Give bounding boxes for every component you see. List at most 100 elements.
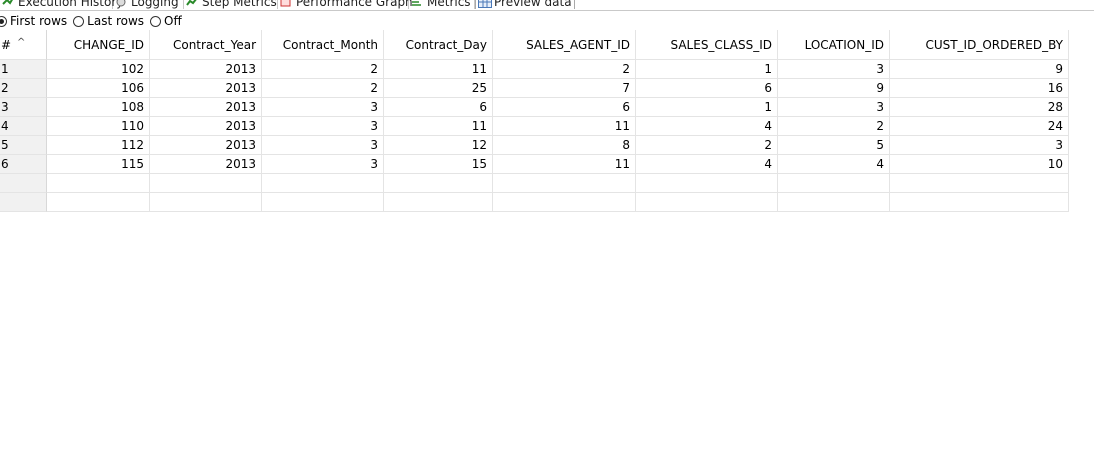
table-cell[interactable] — [778, 193, 890, 212]
radio-first-rows[interactable]: First rows — [0, 14, 67, 28]
table-row[interactable]: 2 106 2013 2 25 7 6 9 16 — [0, 79, 1094, 98]
tab-step-metrics[interactable]: Step Metrics — [184, 0, 278, 9]
radio-indicator[interactable] — [0, 15, 7, 27]
row-number-cell[interactable]: 1 — [0, 60, 47, 79]
column-header[interactable]: Contract_Month — [262, 30, 384, 60]
table-cell[interactable] — [262, 193, 384, 212]
table-cell[interactable] — [47, 193, 150, 212]
table-cell[interactable]: 28 — [890, 98, 1069, 117]
row-number-cell[interactable]: 3 — [0, 98, 47, 117]
table-cell[interactable]: 24 — [890, 117, 1069, 136]
table-cell[interactable]: 3 — [778, 98, 890, 117]
table-cell[interactable]: 1 — [636, 98, 778, 117]
tab-metrics[interactable]: Metrics — [409, 0, 475, 9]
table-row[interactable]: 3 108 2013 3 6 6 1 3 28 — [0, 98, 1094, 117]
table-cell[interactable] — [890, 193, 1069, 212]
table-cell[interactable]: 2 — [262, 60, 384, 79]
table-cell[interactable]: 5 — [778, 136, 890, 155]
row-number-cell[interactable]: 6 — [0, 155, 47, 174]
table-cell[interactable]: 2013 — [150, 79, 262, 98]
row-number-cell[interactable]: 5 — [0, 136, 47, 155]
table-cell[interactable] — [262, 174, 384, 193]
table-cell[interactable]: 2 — [778, 117, 890, 136]
table-cell[interactable] — [493, 174, 636, 193]
table-row[interactable]: 4 110 2013 3 11 11 4 2 24 — [0, 117, 1094, 136]
table-cell[interactable]: 2 — [493, 60, 636, 79]
table-cell[interactable]: 6 — [384, 98, 493, 117]
table-cell[interactable]: 11 — [493, 117, 636, 136]
table-cell[interactable]: 8 — [493, 136, 636, 155]
table-cell[interactable]: 25 — [384, 79, 493, 98]
table-cell[interactable] — [778, 174, 890, 193]
column-header[interactable]: Contract_Year — [150, 30, 262, 60]
table-cell[interactable]: 10 — [890, 155, 1069, 174]
table-cell[interactable]: 102 — [47, 60, 150, 79]
table-cell[interactable]: 4 — [636, 117, 778, 136]
column-header[interactable]: SALES_CLASS_ID — [636, 30, 778, 60]
table-cell[interactable]: 3 — [262, 136, 384, 155]
row-number-cell[interactable]: 2 — [0, 79, 47, 98]
radio-indicator[interactable] — [73, 15, 85, 27]
table-cell[interactable]: 3 — [890, 136, 1069, 155]
table-cell[interactable] — [384, 193, 493, 212]
table-cell[interactable]: 11 — [493, 155, 636, 174]
column-header[interactable]: LOCATION_ID — [778, 30, 890, 60]
table-row[interactable] — [0, 174, 1094, 193]
table-cell[interactable]: 6 — [636, 79, 778, 98]
radio-indicator[interactable] — [150, 15, 162, 27]
table-cell[interactable] — [47, 174, 150, 193]
table-cell[interactable]: 2013 — [150, 155, 262, 174]
table-cell[interactable]: 2013 — [150, 136, 262, 155]
table-cell[interactable] — [890, 174, 1069, 193]
table-cell[interactable] — [384, 174, 493, 193]
table-cell[interactable]: 2013 — [150, 117, 262, 136]
row-number-header[interactable]: # ^ — [0, 30, 47, 60]
table-cell[interactable]: 7 — [493, 79, 636, 98]
table-cell[interactable]: 112 — [47, 136, 150, 155]
table-cell[interactable]: 6 — [493, 98, 636, 117]
tab-performance-graph[interactable]: Performance Graph — [278, 0, 413, 9]
radio-off[interactable]: Off — [150, 14, 182, 28]
table-cell[interactable]: 2013 — [150, 60, 262, 79]
table-cell[interactable]: 2013 — [150, 98, 262, 117]
table-cell[interactable]: 1 — [636, 60, 778, 79]
table-cell[interactable]: 3 — [262, 155, 384, 174]
column-header[interactable]: SALES_AGENT_ID — [493, 30, 636, 60]
row-number-cell[interactable] — [0, 193, 47, 212]
table-cell[interactable]: 16 — [890, 79, 1069, 98]
row-number-cell[interactable]: 4 — [0, 117, 47, 136]
table-cell[interactable]: 4 — [636, 155, 778, 174]
column-header[interactable]: Contract_Day — [384, 30, 493, 60]
radio-last-rows[interactable]: Last rows — [73, 14, 144, 28]
column-header[interactable]: CUST_ID_ORDERED_BY — [890, 30, 1069, 60]
table-cell[interactable]: 106 — [47, 79, 150, 98]
table-cell[interactable] — [636, 193, 778, 212]
table-cell[interactable]: 108 — [47, 98, 150, 117]
table-cell[interactable]: 3 — [262, 117, 384, 136]
table-cell[interactable]: 2 — [262, 79, 384, 98]
table-cell[interactable]: 11 — [384, 117, 493, 136]
table-cell[interactable]: 12 — [384, 136, 493, 155]
table-cell[interactable]: 3 — [262, 98, 384, 117]
table-cell[interactable] — [493, 193, 636, 212]
table-cell[interactable]: 4 — [778, 155, 890, 174]
table-row[interactable]: 5 112 2013 3 12 8 2 5 3 — [0, 136, 1094, 155]
table-cell[interactable]: 11 — [384, 60, 493, 79]
table-row[interactable]: 6 115 2013 3 15 11 4 4 10 — [0, 155, 1094, 174]
table-cell[interactable] — [150, 193, 262, 212]
table-cell[interactable]: 3 — [778, 60, 890, 79]
column-header[interactable]: CHANGE_ID — [47, 30, 150, 60]
table-cell[interactable]: 2 — [636, 136, 778, 155]
row-number-cell[interactable] — [0, 174, 47, 193]
table-row[interactable] — [0, 193, 1094, 212]
table-cell[interactable]: 115 — [47, 155, 150, 174]
table-cell[interactable] — [150, 174, 262, 193]
table-cell[interactable]: 9 — [778, 79, 890, 98]
tab-execution-history[interactable]: Execution History — [0, 0, 123, 9]
tab-logging[interactable]: Logging — [113, 0, 184, 9]
table-row[interactable]: 1 102 2013 2 11 2 1 3 9 — [0, 60, 1094, 79]
table-cell[interactable]: 9 — [890, 60, 1069, 79]
table-cell[interactable]: 110 — [47, 117, 150, 136]
tab-preview-data[interactable]: Preview data — [475, 0, 575, 9]
table-cell[interactable]: 15 — [384, 155, 493, 174]
